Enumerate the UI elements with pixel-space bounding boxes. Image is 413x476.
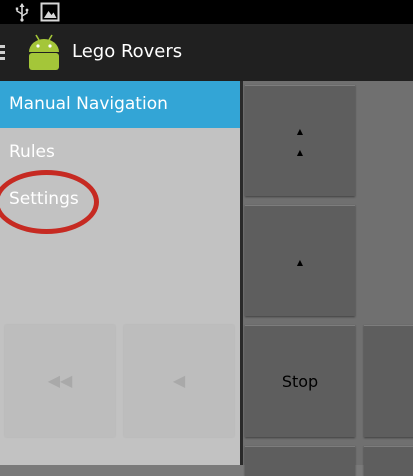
android-logo-icon[interactable] bbox=[23, 32, 65, 74]
forward-fast-button[interactable]: ▲ ▲ bbox=[245, 85, 355, 196]
action-bar: Lego Rovers bbox=[0, 24, 413, 81]
left-arrow-icon: ◀ bbox=[172, 371, 186, 390]
drawer-indicator-icon[interactable] bbox=[0, 45, 5, 61]
right-button[interactable] bbox=[364, 325, 413, 437]
app-title: Lego Rovers bbox=[72, 41, 183, 62]
left-fast-button-ghost: ◀◀ bbox=[5, 325, 115, 437]
usb-icon bbox=[15, 3, 29, 22]
up-arrow-icon: ▲ bbox=[296, 127, 304, 136]
stop-button-label: Stop bbox=[281, 372, 319, 391]
nav-item-manual-navigation[interactable]: Manual Navigation bbox=[0, 81, 240, 128]
gallery-icon bbox=[40, 2, 60, 22]
reverse-fast-button[interactable] bbox=[364, 446, 413, 476]
nav-item-label: Manual Navigation bbox=[9, 94, 168, 114]
stop-button[interactable]: Stop bbox=[245, 325, 355, 437]
status-bar bbox=[0, 0, 413, 24]
left-button-ghost: ◀ bbox=[124, 325, 234, 437]
drawer-divider bbox=[240, 81, 243, 465]
left-fast-arrow-icon: ◀◀ bbox=[47, 371, 73, 390]
nav-item-label: Rules bbox=[9, 142, 55, 162]
reverse-button[interactable] bbox=[245, 446, 355, 476]
nav-item-rules[interactable]: Rules bbox=[0, 129, 240, 176]
navigation-drawer: Manual Navigation Rules Settings ◀◀ ◀ bbox=[0, 81, 240, 465]
up-arrow-icon: ▲ bbox=[296, 148, 304, 157]
forward-button[interactable]: ▲ bbox=[245, 205, 355, 316]
up-arrow-icon: ▲ bbox=[296, 258, 304, 267]
